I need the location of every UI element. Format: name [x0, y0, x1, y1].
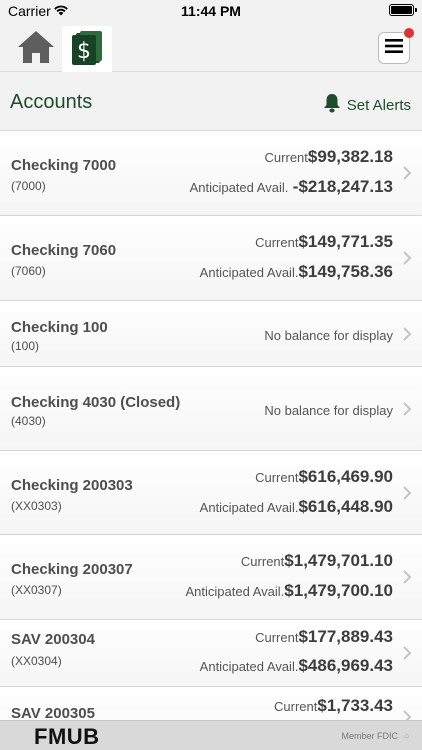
account-number: (100): [11, 338, 40, 353]
account-name: Checking 100: [11, 318, 108, 336]
anticipated-amount: -$218,247.13: [292, 177, 393, 196]
chevron-right-icon: [403, 250, 412, 265]
current-balance: Current$149,771.35: [255, 232, 393, 252]
account-row[interactable]: Checking 4030 (Closed) (4030) No balance…: [0, 366, 422, 451]
current-balance: Current$99,382.18: [265, 147, 393, 167]
battery-icon: [389, 4, 417, 16]
status-bar: Carrier 11:44 PM: [0, 0, 422, 22]
chevron-right-icon: [403, 485, 412, 500]
notification-dot: [404, 28, 414, 38]
equal-housing-icon: ⌂: [404, 731, 409, 740]
no-balance-message: No balance for display: [264, 327, 393, 343]
account-row[interactable]: Checking 200307 (XX0307) Current$1,479,7…: [0, 535, 422, 620]
footer: FMUB Member FDIC ⌂: [0, 720, 422, 750]
account-number: (XX0303): [11, 498, 62, 513]
current-amount: $177,889.43: [298, 626, 393, 646]
anticipated-label: Anticipated Avail.: [199, 264, 299, 280]
anticipated-label: Anticipated Avail.: [185, 584, 285, 599]
svg-text:$: $: [77, 39, 91, 64]
current-label: Current: [255, 629, 299, 645]
account-name: SAV 200305: [11, 704, 95, 721]
chevron-right-icon: [403, 326, 412, 341]
chevron-right-icon: [403, 570, 412, 584]
current-label: Current: [255, 234, 299, 250]
account-row[interactable]: Checking 200303 (XX0303) Current$616,469…: [0, 450, 422, 535]
chevron-right-icon: [403, 401, 412, 416]
account-name: Checking 200307: [11, 561, 133, 578]
account-name: Checking 4030 (Closed): [11, 393, 181, 411]
current-label: Current: [274, 698, 318, 714]
anticipated-balance: Anticipated Avail.$486,969.43: [200, 656, 393, 676]
anticipated-label: Anticipated Avail.: [189, 180, 289, 195]
account-list: Checking 7000 (7000) Current$99,382.18 A…: [0, 131, 422, 720]
current-balance: Current$177,889.43: [255, 627, 393, 647]
account-name: Checking 200303: [11, 476, 133, 494]
anticipated-amount: $149,758.36: [298, 261, 393, 281]
account-number: (7060): [11, 263, 46, 278]
accounts-tab[interactable]: $: [62, 26, 112, 72]
account-name: Checking 7060: [11, 241, 117, 259]
account-row[interactable]: Checking 7000 (7000) Current$99,382.18 A…: [0, 131, 422, 216]
current-amount: $616,469.90: [298, 466, 393, 486]
anticipated-amount: $486,969.43: [298, 655, 393, 675]
anticipated-label: Anticipated Avail.: [199, 658, 299, 674]
account-number: (XX0304): [11, 653, 62, 668]
anticipated-label: Anticipated Avail.: [199, 499, 299, 515]
current-amount: $1,733.43: [317, 695, 393, 715]
current-balance: Current$616,469.90: [255, 467, 393, 487]
account-name: SAV 200304: [11, 630, 95, 648]
set-alerts-label: Set Alerts: [346, 97, 411, 114]
current-balance: Current$1,733.43: [274, 696, 393, 716]
current-amount: $1,479,701.10: [284, 551, 393, 570]
anticipated-amount: $1,479,700.10: [284, 581, 393, 600]
hamburger-menu-icon: [385, 38, 403, 58]
no-balance-message: No balance for display: [264, 402, 393, 418]
member-fdic-label: Member FDIC: [341, 731, 398, 741]
anticipated-amount: $616,448.90: [298, 496, 393, 516]
current-amount: $99,382.18: [307, 147, 393, 166]
account-number: (XX0307): [11, 583, 62, 597]
account-name: Checking 7000: [11, 157, 117, 174]
set-alerts-button[interactable]: Set Alerts: [323, 93, 411, 118]
chevron-right-icon: [403, 645, 412, 660]
page-title: Accounts: [10, 91, 93, 113]
current-balance: Current$1,479,701.10: [241, 551, 393, 571]
account-row[interactable]: SAV 200304 (XX0304) Current$177,889.43 A…: [0, 619, 422, 687]
anticipated-balance: Anticipated Avail.$616,448.90: [200, 497, 393, 517]
account-row[interactable]: Checking 7060 (7060) Current$149,771.35 …: [0, 215, 422, 301]
account-number: (4030): [11, 413, 46, 428]
bell-icon: [323, 93, 341, 118]
top-navigation: $: [0, 22, 422, 72]
home-tab[interactable]: [11, 26, 61, 72]
anticipated-balance: Anticipated Avail. -$218,247.13: [190, 177, 393, 197]
dollar-bills-icon: $: [70, 29, 104, 70]
home-icon: [16, 29, 56, 70]
current-label: Current: [264, 150, 308, 165]
current-label: Current: [240, 554, 285, 569]
account-number: (7000): [11, 179, 46, 193]
chevron-right-icon: [403, 166, 412, 180]
brand-logo: FMUB: [34, 724, 100, 749]
menu-button[interactable]: [378, 28, 414, 64]
anticipated-balance: Anticipated Avail.$149,758.36: [200, 262, 393, 282]
page-header: Accounts Set Alerts: [0, 73, 422, 131]
anticipated-balance: Anticipated Avail.$1,479,700.10: [186, 581, 394, 601]
account-row[interactable]: Checking 100 (100) No balance for displa…: [0, 300, 422, 367]
account-row[interactable]: SAV 200305 Current$1,733.43: [0, 686, 422, 721]
clock: 11:44 PM: [181, 3, 241, 19]
current-amount: $149,771.35: [298, 231, 393, 251]
chevron-right-icon: [403, 709, 412, 720]
current-label: Current: [255, 469, 299, 485]
